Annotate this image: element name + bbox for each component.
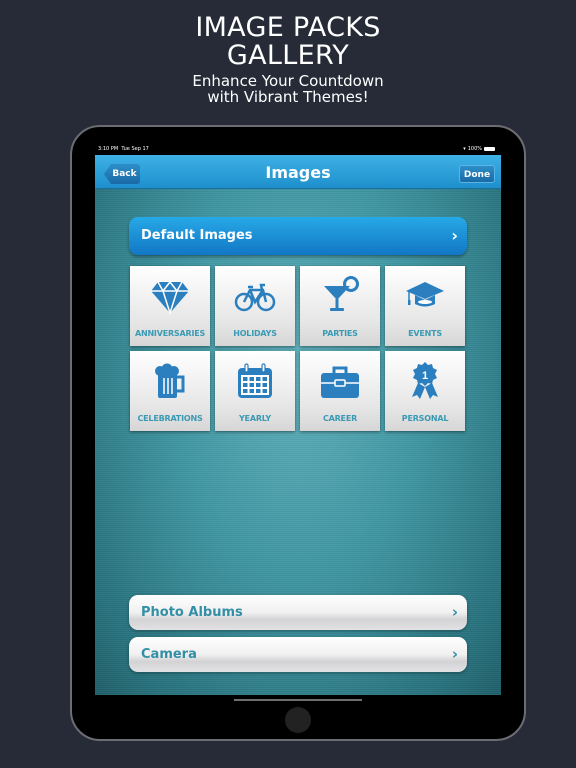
wifi-icon: ▾ (463, 146, 466, 152)
app-screen: Back Images Done Default Images › ANNIVE… (95, 155, 501, 695)
category-tile-holidays[interactable]: HOLIDAYS (215, 266, 295, 346)
category-label: PERSONAL (401, 414, 449, 423)
graduation-cap-icon (406, 282, 444, 307)
status-date: Tue Sep 17 (121, 146, 149, 152)
bicycle-icon (234, 283, 276, 312)
photo-albums-label: Photo Albums (141, 605, 243, 620)
status-bar: 3:10 PM Tue Sep 17 ▾ 100% (95, 143, 501, 155)
battery-icon (484, 147, 495, 151)
category-label: CAREER (322, 414, 358, 423)
camera-row[interactable]: Camera › (129, 637, 467, 672)
category-tile-parties[interactable]: PARTIES (300, 266, 380, 346)
briefcase-icon (321, 366, 359, 398)
home-indicator (234, 699, 362, 701)
promo-header: IMAGE PACKS GALLERY Enhance Your Countdo… (0, 12, 576, 106)
done-button[interactable]: Done (459, 165, 495, 183)
promo-title-line1: IMAGE PACKS (195, 12, 381, 43)
calendar-icon (238, 363, 272, 398)
chevron-right-icon: › (451, 645, 458, 663)
category-label: PARTIES (322, 329, 358, 338)
category-tile-yearly[interactable]: YEARLY (215, 351, 295, 431)
chevron-right-icon: › (451, 226, 458, 245)
cocktail-icon (324, 276, 359, 311)
category-label: EVENTS (408, 329, 442, 338)
category-tile-career[interactable]: CAREER (300, 351, 380, 431)
category-grid: ANNIVERSARIES HOLIDAYS PARTIES EVENTS CE… (130, 266, 470, 431)
category-tile-events[interactable]: EVENTS (385, 266, 465, 346)
default-images-label: Default Images (141, 228, 253, 243)
chevron-right-icon: › (451, 603, 458, 621)
beer-mug-icon (155, 363, 185, 398)
navigation-bar: Back Images Done (95, 155, 501, 189)
home-button[interactable] (285, 707, 311, 733)
award-ribbon-icon: 1 (412, 362, 438, 399)
promo-title-line2: GALLERY (226, 40, 350, 71)
photo-albums-row[interactable]: Photo Albums › (129, 595, 467, 630)
category-tile-celebrations[interactable]: CELEBRATIONS (130, 351, 210, 431)
battery-percent: 100% (467, 146, 482, 152)
diamond-icon (151, 280, 189, 316)
status-time-date: 3:10 PM Tue Sep 17 (98, 146, 149, 152)
camera-label: Camera (141, 647, 197, 662)
default-images-row[interactable]: Default Images › (129, 217, 467, 255)
category-label: ANNIVERSARIES (134, 329, 206, 338)
promo-subtitle-line2: with Vibrant Themes! (207, 88, 369, 106)
category-tile-anniversaries[interactable]: ANNIVERSARIES (130, 266, 210, 346)
promo-subtitle-line1: Enhance Your Countdown (192, 72, 384, 90)
category-tile-personal[interactable]: 1 PERSONAL (385, 351, 465, 431)
category-label: HOLIDAYS (233, 329, 277, 338)
badge-number: 1 (422, 370, 428, 382)
status-time: 3:10 PM (98, 146, 119, 152)
category-label: YEARLY (238, 414, 272, 423)
category-label: CELEBRATIONS (137, 414, 203, 423)
page-title: Images (265, 163, 331, 182)
